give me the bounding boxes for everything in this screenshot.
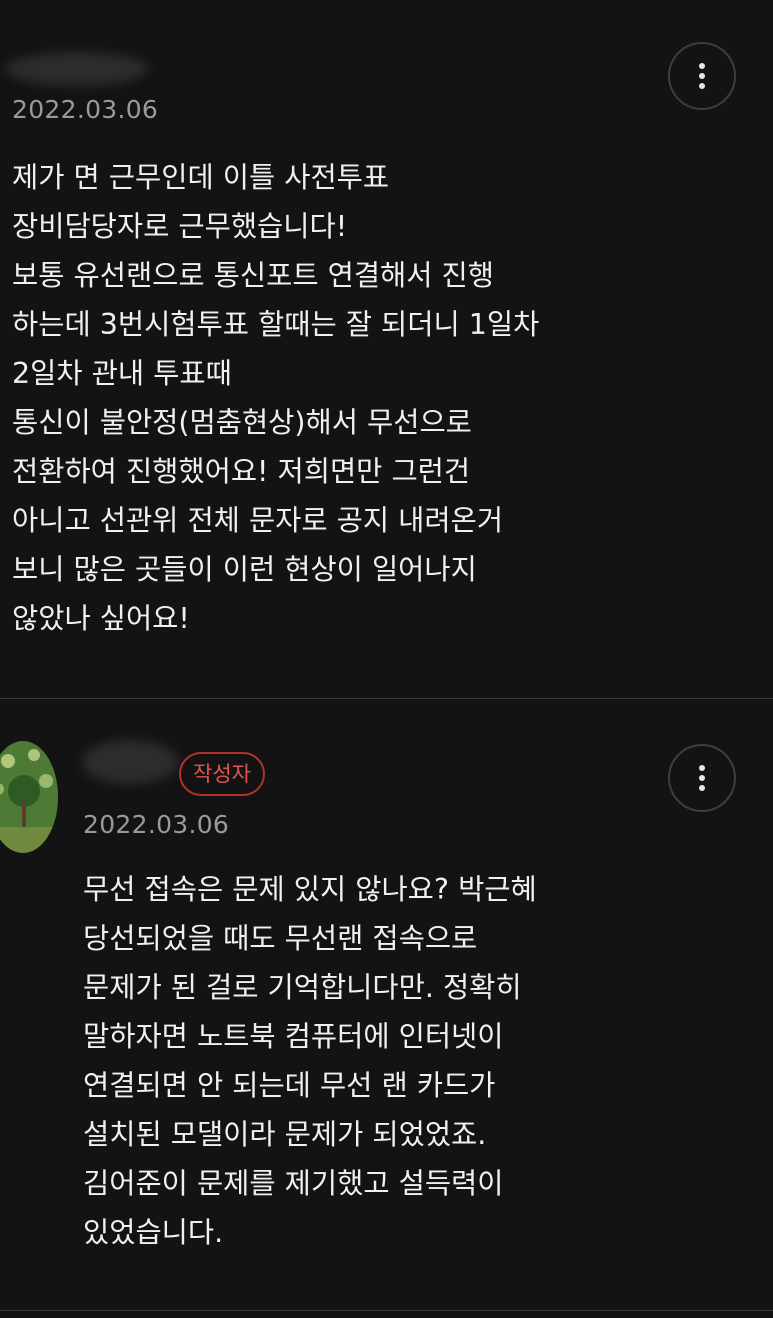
- comment-line: 아니고 선관위 전체 문자로 공지 내려온거: [12, 504, 504, 537]
- comment-line: 김어준이 문제를 제기했고 설득력이: [83, 1167, 504, 1200]
- comment-line: 전환하여 진행했어요! 저희면만 그런건: [12, 455, 471, 488]
- comment-line: 제가 면 근무인데 이틀 사전투표: [12, 161, 390, 194]
- comment-line: 보통 유선랜으로 통신포트 연결해서 진행: [12, 259, 494, 292]
- comment-line: 보니 많은 곳들이 이런 현상이 일어나지: [12, 553, 477, 586]
- more-options-button[interactable]: [668, 42, 736, 110]
- more-vertical-icon: [699, 765, 705, 791]
- comment-body: 제가 면 근무인데 이틀 사전투표 장비담당자로 근무했습니다! 보통 유선랜으…: [12, 153, 752, 643]
- comment-line: 당선되었을 때도 무선랜 접속으로: [83, 922, 478, 955]
- comment-line: 문제가 된 걸로 기억합니다만. 정확히: [83, 971, 522, 1004]
- comment-line: 연결되면 안 되는데 무선 랜 카드가: [83, 1069, 496, 1102]
- more-options-button[interactable]: [668, 744, 736, 812]
- comment-line: 하는데 3번시험투표 할때는 잘 되더니 1일차: [12, 308, 540, 341]
- comment-body: 무선 접속은 문제 있지 않나요? 박근혜 당선되었을 때도 무선랜 접속으로 …: [83, 865, 753, 1257]
- comment-line: 통신이 불안정(멈춤현상)해서 무선으로: [12, 406, 472, 439]
- redacted-username: [6, 52, 148, 86]
- author-badge: 작성자: [179, 752, 265, 796]
- comment-line: 말하자면 노트북 컴퓨터에 인터넷이: [83, 1020, 504, 1053]
- comment-line: 2일차 관내 투표때: [12, 357, 232, 390]
- comment-line: 무선 접속은 문제 있지 않나요? 박근혜: [83, 873, 537, 906]
- redacted-username: [82, 740, 178, 784]
- comment-line: 장비담당자로 근무했습니다!: [12, 210, 348, 243]
- comment-date: 2022.03.06: [12, 95, 159, 124]
- comment-item: 2022.03.06 제가 면 근무인데 이틀 사전투표 장비담당자로 근무했습…: [0, 0, 773, 698]
- more-vertical-icon: [699, 63, 705, 89]
- comment-date: 2022.03.06: [83, 810, 230, 839]
- comment-line: 않았나 싶어요!: [12, 602, 190, 635]
- comment-line: 있었습니다.: [83, 1216, 224, 1249]
- divider: [0, 1310, 773, 1311]
- comment-line: 설치된 모댈이라 문제가 되었었죠.: [83, 1118, 487, 1151]
